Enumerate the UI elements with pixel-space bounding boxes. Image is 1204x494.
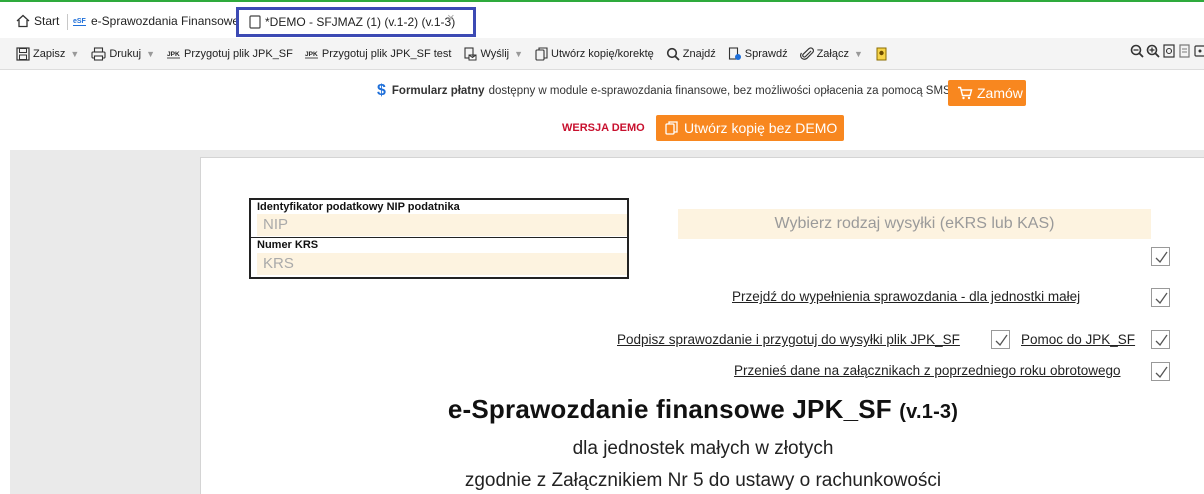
cart-icon	[958, 86, 973, 100]
view-tools	[1128, 44, 1204, 63]
prepare-jpk-button[interactable]: JPK Przygotuj plik JPK_SF	[167, 48, 293, 60]
document-page: Identyfikator podatkowy NIP podatnika NI…	[200, 157, 1204, 494]
nip-input[interactable]: NIP	[257, 214, 627, 236]
order-button-label: Zamów	[977, 85, 1023, 101]
prepare-jpk-label: Przygotuj plik JPK_SF	[184, 47, 293, 60]
check-mark-icon	[1155, 366, 1168, 379]
search-icon	[666, 47, 680, 61]
send-label: Wyślij	[480, 47, 510, 60]
link-fill-small-entity[interactable]: Przejdź do wypełnienia sprawozdania - dl…	[732, 289, 1080, 304]
zoom-in-icon[interactable]	[1146, 44, 1160, 63]
tab-bar: Start eSF e-Sprawozdania Finansowe *DEMO…	[0, 2, 1204, 38]
save-label: Zapisz	[33, 47, 66, 60]
jpk-icon: JPK	[167, 51, 181, 58]
prepare-jpk-test-label: Przygotuj plik JPK_SF test	[321, 47, 452, 60]
paid-form-notice: $ Formularz płatny dostępny w module e-s…	[377, 82, 951, 100]
checkbox-transfer-attachments[interactable]	[1151, 362, 1170, 381]
document-icon	[249, 15, 261, 29]
find-button[interactable]: Znajdź	[666, 47, 716, 61]
check-mark-icon	[1155, 334, 1168, 347]
checkbox-help-jpk[interactable]	[1151, 330, 1170, 349]
document-subtitle-1: dla jednostek małych w złotych	[572, 438, 834, 459]
copy-without-demo-label: Utwórz kopię bez DEMO	[684, 120, 838, 136]
svg-text:JPK: JPK	[305, 51, 318, 58]
krs-label: Numer KRS	[257, 239, 319, 251]
send-type-select[interactable]: Wybierz rodzaj wysyłki (eKRS lub KAS)	[678, 209, 1151, 239]
check-mark-icon	[1155, 292, 1168, 305]
tab-start-label: Start	[34, 14, 60, 28]
print-button[interactable]: Drukuj ▼	[91, 46, 155, 61]
send-icon	[464, 46, 477, 60]
check-mark-icon	[995, 334, 1008, 347]
order-button[interactable]: Zamów	[948, 80, 1026, 106]
tab-esf[interactable]: eSF e-Sprawozdania Finansowe	[73, 10, 239, 32]
taxpayer-id-box: Identyfikator podatkowy NIP podatnika NI…	[249, 198, 629, 279]
close-icon[interactable]: ×	[447, 10, 455, 25]
demo-label: WERSJA DEMO	[562, 122, 645, 134]
app-window: Start eSF e-Sprawozdania Finansowe *DEMO…	[0, 0, 1204, 494]
esf-icon: eSF	[73, 18, 87, 26]
prepare-jpk-test-button[interactable]: JPK Przygotuj plik JPK_SF test	[304, 47, 452, 60]
check-label: Sprawdź	[744, 47, 788, 60]
svg-text:eSF: eSF	[73, 18, 87, 25]
notice-panel: $ Formularz płatny dostępny w module e-s…	[10, 70, 1204, 150]
check-mark-icon	[1155, 251, 1168, 264]
tab-active-label: *DEMO - SFJMAZ (1) (v.1-2) (v.1-3)	[265, 15, 456, 29]
save-icon	[16, 46, 30, 61]
stamp-icon	[876, 47, 887, 60]
zoom-out-icon[interactable]	[1130, 44, 1144, 63]
copy-icon	[665, 121, 678, 135]
home-icon	[16, 14, 30, 28]
dollar-icon: $	[377, 82, 386, 99]
checkbox-fill-small-entity[interactable]	[1151, 288, 1170, 307]
tab-esf-label: e-Sprawozdania Finansowe	[91, 14, 240, 28]
copy-without-demo-button[interactable]: Utwórz kopię bez DEMO	[656, 115, 844, 141]
tab-start[interactable]: Start	[16, 10, 59, 32]
paperclip-icon	[799, 46, 814, 60]
copy-correction-button[interactable]: Utwórz kopię/korektę	[535, 46, 654, 61]
copy-correction-label: Utwórz kopię/korektę	[551, 47, 654, 60]
check-document-icon	[728, 46, 741, 60]
dropdown-arrow-icon[interactable]: ▼	[514, 49, 523, 59]
id-divider	[251, 237, 627, 238]
svg-text:JPK: JPK	[167, 51, 180, 58]
attach-label: Załącz	[816, 47, 849, 60]
check-button[interactable]: Sprawdź	[728, 46, 788, 61]
copy-icon	[535, 46, 548, 61]
dropdown-arrow-icon[interactable]: ▼	[854, 49, 863, 59]
paid-form-text: dostępny w module e-sprawozdania finanso…	[488, 85, 951, 97]
link-help-jpk[interactable]: Pomoc do JPK_SF	[1021, 332, 1135, 347]
document-title: e-Sprawozdanie finansowe JPK_SF (v.1-3)	[201, 394, 1204, 425]
checkbox-send-type[interactable]	[1151, 247, 1170, 266]
tab-active-document[interactable]: *DEMO - SFJMAZ (1) (v.1-2) (v.1-3) ×	[236, 7, 476, 37]
find-label: Znajdź	[682, 47, 716, 60]
checkbox-sign-prepare-jpk[interactable]	[991, 330, 1010, 349]
jpk-icon: JPK	[304, 51, 318, 58]
save-button[interactable]: Zapisz ▼	[16, 46, 79, 61]
tab-separator	[67, 14, 68, 30]
print-label: Drukuj	[109, 47, 142, 60]
document-version: (v.1-3)	[899, 401, 959, 423]
fit-page-icon[interactable]	[1162, 44, 1176, 63]
page-view-icon[interactable]	[1178, 44, 1192, 63]
extra-tool-button[interactable]	[875, 47, 892, 61]
send-button[interactable]: Wyślij ▼	[463, 46, 523, 61]
document-subtitle-2: zgodnie z Załącznikiem Nr 5 do ustawy o …	[464, 470, 942, 491]
dropdown-arrow-icon[interactable]: ▼	[70, 49, 79, 59]
paid-form-bold: Formularz płatny	[391, 85, 485, 97]
attach-button[interactable]: Załącz ▼	[799, 46, 863, 61]
printer-icon	[91, 46, 106, 61]
document-title-text: e-Sprawozdanie finansowe JPK_SF	[447, 394, 892, 424]
toolbar: Zapisz ▼ Drukuj ▼ JPK Przygotuj plik JPK…	[0, 38, 1204, 70]
link-transfer-attachments[interactable]: Przenieś dane na załącznikach z poprzedn…	[734, 363, 1121, 378]
krs-input[interactable]: KRS	[257, 253, 627, 275]
nip-label: Identyfikator podatkowy NIP podatnika	[257, 201, 460, 213]
dropdown-arrow-icon[interactable]: ▼	[146, 49, 155, 59]
link-sign-prepare-jpk[interactable]: Podpisz sprawozdanie i przygotuj do wysy…	[617, 332, 960, 347]
export-icon[interactable]	[1194, 44, 1204, 63]
